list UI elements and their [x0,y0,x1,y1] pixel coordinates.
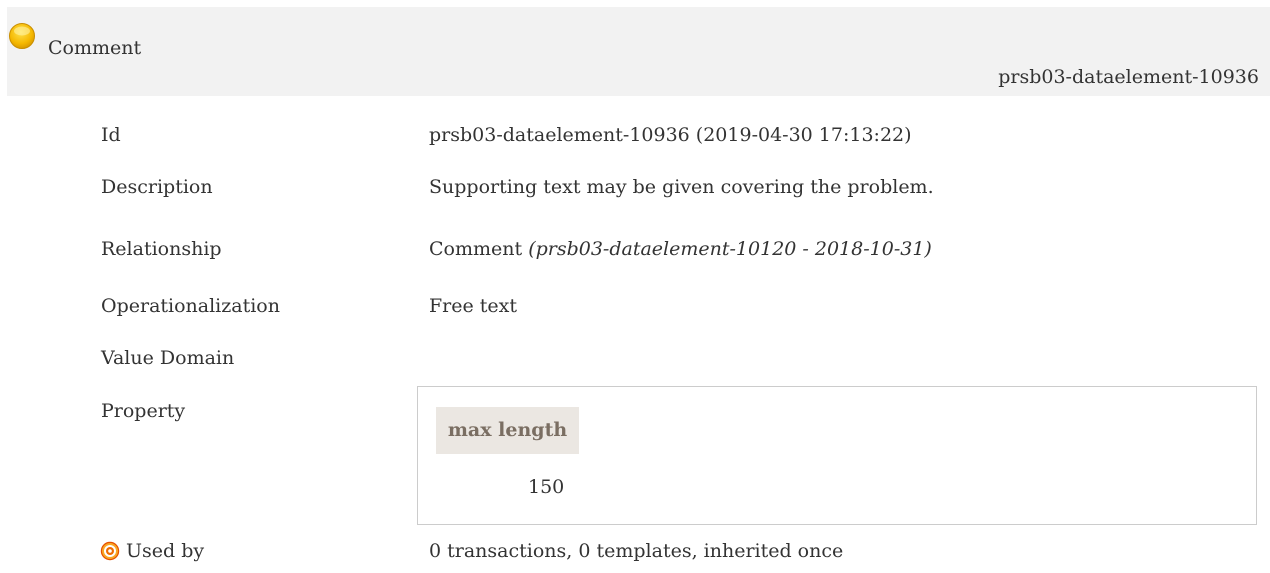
max-length-header: max length [436,407,579,454]
id-value: prsb03-dataelement-10936 (2019-04-30 17:… [429,124,912,146]
max-length-value: 150 [528,476,565,498]
id-label: Id [101,124,121,146]
concept-title: Comment [48,37,142,59]
relationship-target-link[interactable]: (prsb03-dataelement-10120 - 2018-10-31) [528,238,932,260]
relationship-label: Relationship [101,238,222,260]
description-label: Description [101,176,213,198]
value-domain-label: Value Domain [101,347,235,369]
relationship-value: Comment (prsb03-dataelement-10120 - 2018… [429,237,932,261]
target-icon [100,541,120,561]
relationship-type: Comment [429,238,523,260]
property-label: Property [101,400,186,422]
status-circle-icon [9,23,35,49]
operationalization-label: Operationalization [101,295,280,317]
concept-header: Comment prsb03-dataelement-10936 [7,7,1270,96]
description-value: Supporting text may be given covering th… [429,176,934,198]
concept-id: prsb03-dataelement-10936 [998,66,1259,88]
used-by-label: Used by [126,540,205,562]
used-by-value: 0 transactions, 0 templates, inherited o… [429,540,844,562]
property-table: max length 150 [417,386,1257,525]
operationalization-value: Free text [429,295,518,317]
